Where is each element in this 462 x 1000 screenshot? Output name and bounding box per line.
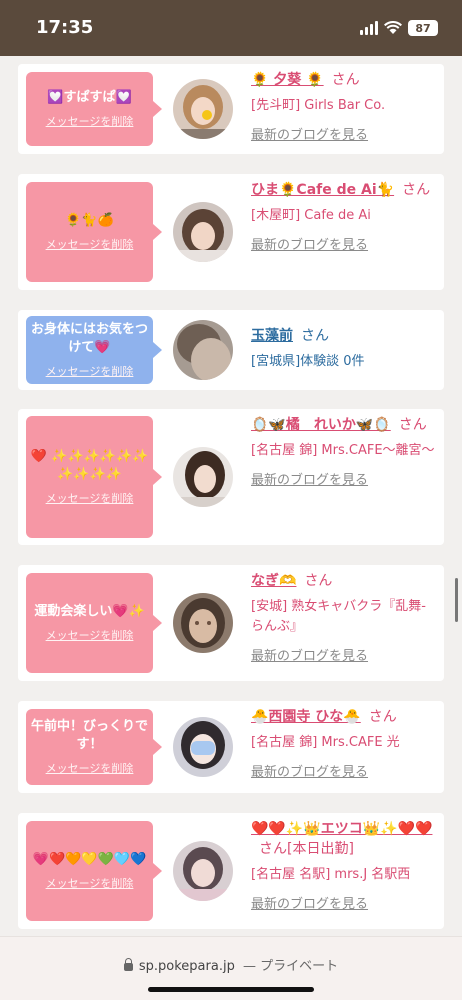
member-info: なぎ🫶 さん [安城] 熟女キャバクラ『乱舞-らんぶ』 最新のブログを見る [251, 571, 436, 664]
message-list: 💟すぱすぱ💟 メッセージを削除 🌻 夕葵 🌻 さん [先斗町] Girls Bar… [0, 56, 462, 936]
honorific: さん [398, 417, 427, 433]
honorific: さん [402, 182, 431, 198]
avatar[interactable] [173, 841, 233, 901]
delete-message-link[interactable]: メッセージを削除 [46, 236, 134, 252]
avatar[interactable] [173, 320, 233, 380]
signal-icon [360, 21, 378, 35]
delete-message-link[interactable]: メッセージを削除 [46, 113, 134, 129]
message-card: 💟すぱすぱ💟 メッセージを削除 🌻 夕葵 🌻 さん [先斗町] Girls Bar… [18, 64, 444, 154]
honorific: さん[本日出勤] [259, 841, 354, 857]
member-name-link[interactable]: ひま🌻Cafe de Ai🐈 [251, 182, 394, 198]
avatar[interactable] [173, 593, 233, 653]
bubble-message: お身体にはお気をつけて💗 [30, 322, 148, 355]
bubble-message: 🌻🐈🍊 [65, 213, 114, 228]
honorific: さん [368, 709, 397, 725]
status-time: 17:35 [36, 17, 94, 38]
member-info: 玉藻前 さん [宮城県]体験談 0件 [251, 326, 436, 372]
message-card: 🌻🐈🍊 メッセージを削除 ひま🌻Cafe de Ai🐈 さん [木屋町] Cafe… [18, 174, 444, 290]
latest-blog-link[interactable]: 最新のブログを見る [251, 469, 436, 488]
message-card: ❤️ ✨✨✨✨✨✨ ✨✨✨✨ メッセージを削除 🪞🦋橘 れいか🦋🪞 さん [名古屋… [18, 409, 444, 545]
wifi-icon [384, 21, 402, 34]
avatar[interactable] [173, 79, 233, 139]
status-bar: 17:35 87 [0, 0, 462, 56]
message-bubble: お身体にはお気をつけて💗 メッセージを削除 [26, 316, 162, 384]
avatar[interactable] [173, 202, 233, 262]
member-name-link[interactable]: 🌻 夕葵 🌻 [251, 72, 324, 88]
member-info: ひま🌻Cafe de Ai🐈 さん [木屋町] Cafe de Ai 最新のブログ… [251, 180, 436, 253]
honorific: さん [301, 328, 329, 344]
message-card: お身体にはお気をつけて💗 メッセージを削除 玉藻前 さん [宮城県]体験談 0件 [18, 310, 444, 390]
message-bubble: 🌻🐈🍊 メッセージを削除 [26, 182, 162, 282]
bubble-message: 午前中！びっくりです！ [30, 719, 148, 752]
message-bubble: ❤️ ✨✨✨✨✨✨ ✨✨✨✨ メッセージを削除 [26, 416, 162, 538]
avatar[interactable] [173, 717, 233, 777]
member-name-link[interactable]: なぎ🫶 [251, 573, 296, 589]
address-text[interactable]: sp.pokepara.jp — プライベート [0, 955, 462, 974]
member-info: 🪞🦋橘 れいか🦋🪞 さん [名古屋 錦] Mrs.CAFE〜離宮〜 最新のブログを… [251, 415, 436, 488]
domain-label: sp.pokepara.jp [138, 959, 235, 974]
latest-blog-link[interactable]: 最新のブログを見る [251, 645, 436, 664]
scrollbar[interactable] [455, 578, 458, 622]
delete-message-link[interactable]: メッセージを削除 [46, 490, 134, 506]
message-card: 運動会楽しい💗✨ メッセージを削除 なぎ🫶 さん [安城] 熟女キャバクラ『乱舞-… [18, 565, 444, 681]
honorific: さん [304, 573, 333, 589]
battery-icon: 87 [408, 20, 438, 36]
member-info: ❤️❤️✨👑エツコ👑✨❤️❤️ さん[本日出勤] [名古屋 名駅] mrs.J 名… [251, 819, 436, 912]
message-card: 💗❤️🧡💛💚🩵💙 メッセージを削除 ❤️❤️✨👑エツコ👑✨❤️❤️ さん[本日出勤… [18, 813, 444, 929]
shop-link[interactable]: [名古屋 錦] Mrs.CAFE 光 [251, 733, 436, 753]
latest-blog-link[interactable]: 最新のブログを見る [251, 761, 436, 780]
bubble-message: 💗❤️🧡💛💚🩵💙 [32, 852, 147, 867]
member-info: 🌻 夕葵 🌻 さん [先斗町] Girls Bar Co. 最新のブログを見る [251, 70, 436, 143]
status-icons: 87 [360, 20, 438, 36]
lock-icon [123, 957, 133, 971]
privacy-label: — プライベート [242, 959, 339, 974]
shop-link[interactable]: [木屋町] Cafe de Ai [251, 206, 436, 226]
message-bubble: 💗❤️🧡💛💚🩵💙 メッセージを削除 [26, 821, 162, 921]
member-name-link[interactable]: 🪞🦋橘 れいか🦋🪞 [251, 417, 391, 433]
message-bubble: 運動会楽しい💗✨ メッセージを削除 [26, 573, 162, 673]
shop-link[interactable]: [安城] 熟女キャバクラ『乱舞-らんぶ』 [251, 597, 436, 637]
url-bar[interactable]: sp.pokepara.jp — プライベート [0, 936, 462, 1000]
latest-blog-link[interactable]: 最新のブログを見る [251, 893, 436, 912]
bubble-message: 💟すぱすぱ💟 [47, 90, 132, 105]
message-bubble: 午前中！びっくりです！ メッセージを削除 [26, 709, 162, 785]
shop-link[interactable]: [名古屋 錦] Mrs.CAFE〜離宮〜 [251, 441, 436, 461]
bubble-message: ❤️ ✨✨✨✨✨✨ ✨✨✨✨ [30, 449, 149, 482]
delete-message-link[interactable]: メッセージを削除 [46, 627, 134, 643]
avatar[interactable] [173, 447, 233, 507]
delete-message-link[interactable]: メッセージを削除 [46, 875, 134, 891]
latest-blog-link[interactable]: 最新のブログを見る [251, 234, 436, 253]
delete-message-link[interactable]: メッセージを削除 [46, 363, 134, 379]
member-name-link[interactable]: ❤️❤️✨👑エツコ👑✨❤️❤️ [251, 821, 432, 837]
latest-blog-link[interactable]: 最新のブログを見る [251, 124, 436, 143]
message-bubble: 💟すぱすぱ💟 メッセージを削除 [26, 72, 162, 146]
honorific: さん [331, 72, 360, 88]
message-card: 午前中！びっくりです！ メッセージを削除 🐣西園寺 ひな🐣 さん [名古屋 錦] … [18, 701, 444, 793]
review-link[interactable]: [宮城県]体験談 0件 [251, 352, 436, 372]
home-indicator[interactable] [148, 987, 314, 992]
shop-link[interactable]: [名古屋 名駅] mrs.J 名駅西 [251, 865, 436, 885]
bubble-message: 運動会楽しい💗✨ [34, 604, 145, 619]
shop-link[interactable]: [先斗町] Girls Bar Co. [251, 96, 436, 116]
member-info: 🐣西園寺 ひな🐣 さん [名古屋 錦] Mrs.CAFE 光 最新のブログを見る [251, 707, 436, 780]
member-name-link[interactable]: 🐣西園寺 ひな🐣 [251, 709, 361, 725]
member-name-link[interactable]: 玉藻前 [251, 328, 293, 344]
delete-message-link[interactable]: メッセージを削除 [46, 760, 134, 776]
